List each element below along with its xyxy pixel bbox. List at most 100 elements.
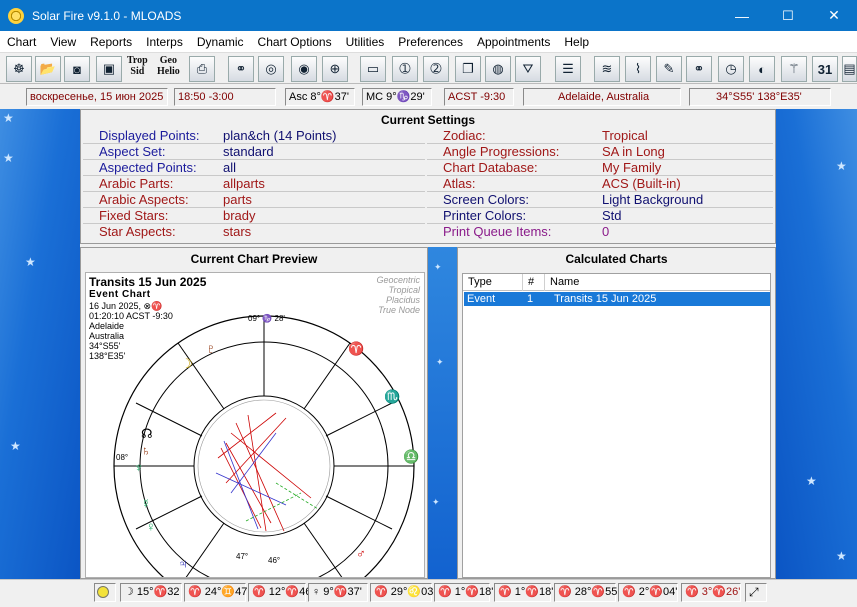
position-5: ♈ 1°♈18' [434,583,493,602]
scorpio-glyph: ♏ [384,389,400,404]
setting-row[interactable]: Displayed Points: plan&ch (14 Points) [83,128,425,144]
mercury-glyph: ☿ [141,496,151,511]
calculated-charts-list[interactable]: Type # Name Event 1 Transits 15 Jun 2025 [462,273,771,578]
globe-icon[interactable]: ◍ [485,56,511,82]
wizard-icon[interactable]: ⚚ [781,56,807,82]
location-field: Adelaide, Australia [523,88,681,106]
chart-preview-title: Current Chart Preview [190,252,318,266]
timezone-field: ACST -9:30 [444,88,514,106]
position-7: ♈ 28°♈55 [554,583,617,602]
setting-row[interactable]: Angle Progressions: SA in Long [427,144,773,160]
position-2: ♈ 12°♈46 [248,583,311,602]
neptune-glyph: ♆ [134,460,144,475]
wheel-icon[interactable]: ◉ [291,56,317,82]
aspect-lines-red [217,412,312,532]
calendar-icon[interactable]: 31 [812,56,838,82]
venus-glyph: ♀ [146,519,156,534]
setting-value: ACS (Built-in) [602,176,681,191]
open-folder-icon[interactable]: 📂 [35,56,61,82]
menu-help[interactable]: Help [557,35,596,49]
report-list-icon[interactable]: ☰ [555,56,581,82]
view-screen-icon[interactable]: ▭ [360,56,386,82]
cusp-label-left: 08° [116,453,128,462]
menu-dynamic[interactable]: Dynamic [190,35,251,49]
setting-row[interactable]: Screen Colors: Light Background [427,192,773,208]
star-decoration: ★ [10,439,21,453]
libra-glyph: ♎ [403,449,419,464]
menu-utilities[interactable]: Utilities [339,35,392,49]
menu-chart[interactable]: Chart [0,35,43,49]
asc-field: Asc 8°♈37' [285,88,355,106]
setting-row[interactable]: Aspected Points: all [83,160,425,176]
table-row[interactable]: Event 1 Transits 15 Jun 2025 [464,292,770,306]
chart-wheel-canvas[interactable]: Transits 15 Jun 2025 Event Chart 16 Jun … [85,272,425,578]
setting-value: allparts [223,176,265,191]
book-icon[interactable]: ▤ [842,56,857,82]
eclipse-icon[interactable]: ◐ [749,56,775,82]
aries-glyph: ♈ [348,341,364,356]
column-type[interactable]: Type [463,274,523,291]
cusp-label-top: 09° ♑ 28' [248,313,285,323]
view-wheel-2-icon[interactable]: ➁ [423,56,449,82]
new-chart-icon[interactable]: ☸ [6,56,32,82]
geo-helio-toggle[interactable]: Geo Helio [157,55,180,77]
graph-icon[interactable]: ⌇ [625,56,651,82]
date-field: воскресенье, 15 июн 2025 [26,88,168,106]
binoculars-icon[interactable]: ⚭ [228,56,254,82]
setting-row[interactable]: Chart Database: My Family [427,160,773,176]
calculated-charts-panel: Calculated Charts Type # Name Event 1 Tr… [457,247,776,579]
progressions-icon[interactable]: ≋ [594,56,620,82]
setting-value: stars [223,224,252,239]
position-1: ♈ 24°♊47 [184,583,247,602]
column-name[interactable]: Name [545,274,772,291]
menu-interps[interactable]: Interps [139,35,190,49]
list-header: Type # Name [463,274,770,291]
menu-chart-options[interactable]: Chart Options [251,35,339,49]
cusp-label-bottom-b: 46° [268,556,280,565]
setting-row[interactable]: Arabic Aspects: parts [83,192,425,208]
star-decoration: ✦ [432,497,440,507]
setting-row[interactable]: Arabic Parts: allparts [83,176,425,192]
wheel-add-icon[interactable]: ⊕ [322,56,348,82]
tropical-sidereal-toggle[interactable]: Trop Sid [127,55,148,77]
setting-key: Angle Progressions: [443,144,560,159]
column-number[interactable]: # [523,274,545,291]
chart-wheel: 09° ♑ 28' 08° 08° 47° 46° ♇ ☽ ☊ ♄ ♆ ☿ ♀ … [113,313,419,577]
print-icon[interactable]: ⎙ [189,56,215,82]
setting-row[interactable]: Zodiac: Tropical [427,128,773,144]
star-decoration: ★ [836,159,847,173]
transit-search-icon[interactable]: ✎ [656,56,682,82]
close-button[interactable]: ✕ [811,0,857,31]
menu-preferences[interactable]: Preferences [391,35,470,49]
menu-view[interactable]: View [43,35,83,49]
save-icon[interactable]: ◙ [64,56,90,82]
maximize-button[interactable]: ☐ [765,0,811,31]
chart-box-icon[interactable]: ▣ [96,56,122,82]
view-wheel-1-icon[interactable]: ➀ [392,56,418,82]
aspect-graph-icon[interactable]: ⤢ [745,583,767,602]
binoculars-search-icon[interactable]: ⚭ [686,56,712,82]
filter-icon[interactable]: ⛛ [515,56,541,82]
node-glyph: ☊ [141,426,153,441]
setting-row[interactable]: Star Aspects: stars [83,224,425,240]
menu-appointments[interactable]: Appointments [470,35,557,49]
clock-icon[interactable]: ◷ [718,56,744,82]
pages-icon[interactable]: ❐ [455,56,481,82]
menu-bar: Chart View Reports Interps Dynamic Chart… [0,31,857,52]
setting-row[interactable]: Printer Colors: Std [427,208,773,224]
setting-value: SA in Long [602,144,665,159]
moon-phase-icon[interactable] [94,583,116,602]
minimize-button[interactable]: — [719,0,765,31]
star-decoration: ★ [3,111,14,125]
setting-value: Std [602,208,622,223]
coords-field: 34°S55' 138°E35' [689,88,831,106]
setting-row[interactable]: Aspect Set: standard [83,144,425,160]
star-decoration: ✦ [436,357,444,367]
menu-reports[interactable]: Reports [83,35,139,49]
wheel-search-icon[interactable]: ◎ [258,56,284,82]
setting-row[interactable]: Fixed Stars: brady [83,208,425,224]
setting-row[interactable]: Atlas: ACS (Built-in) [427,176,773,192]
star-decoration: ★ [25,255,36,269]
helio-label: Helio [157,66,180,77]
setting-row[interactable]: Print Queue Items: 0 [427,224,773,240]
